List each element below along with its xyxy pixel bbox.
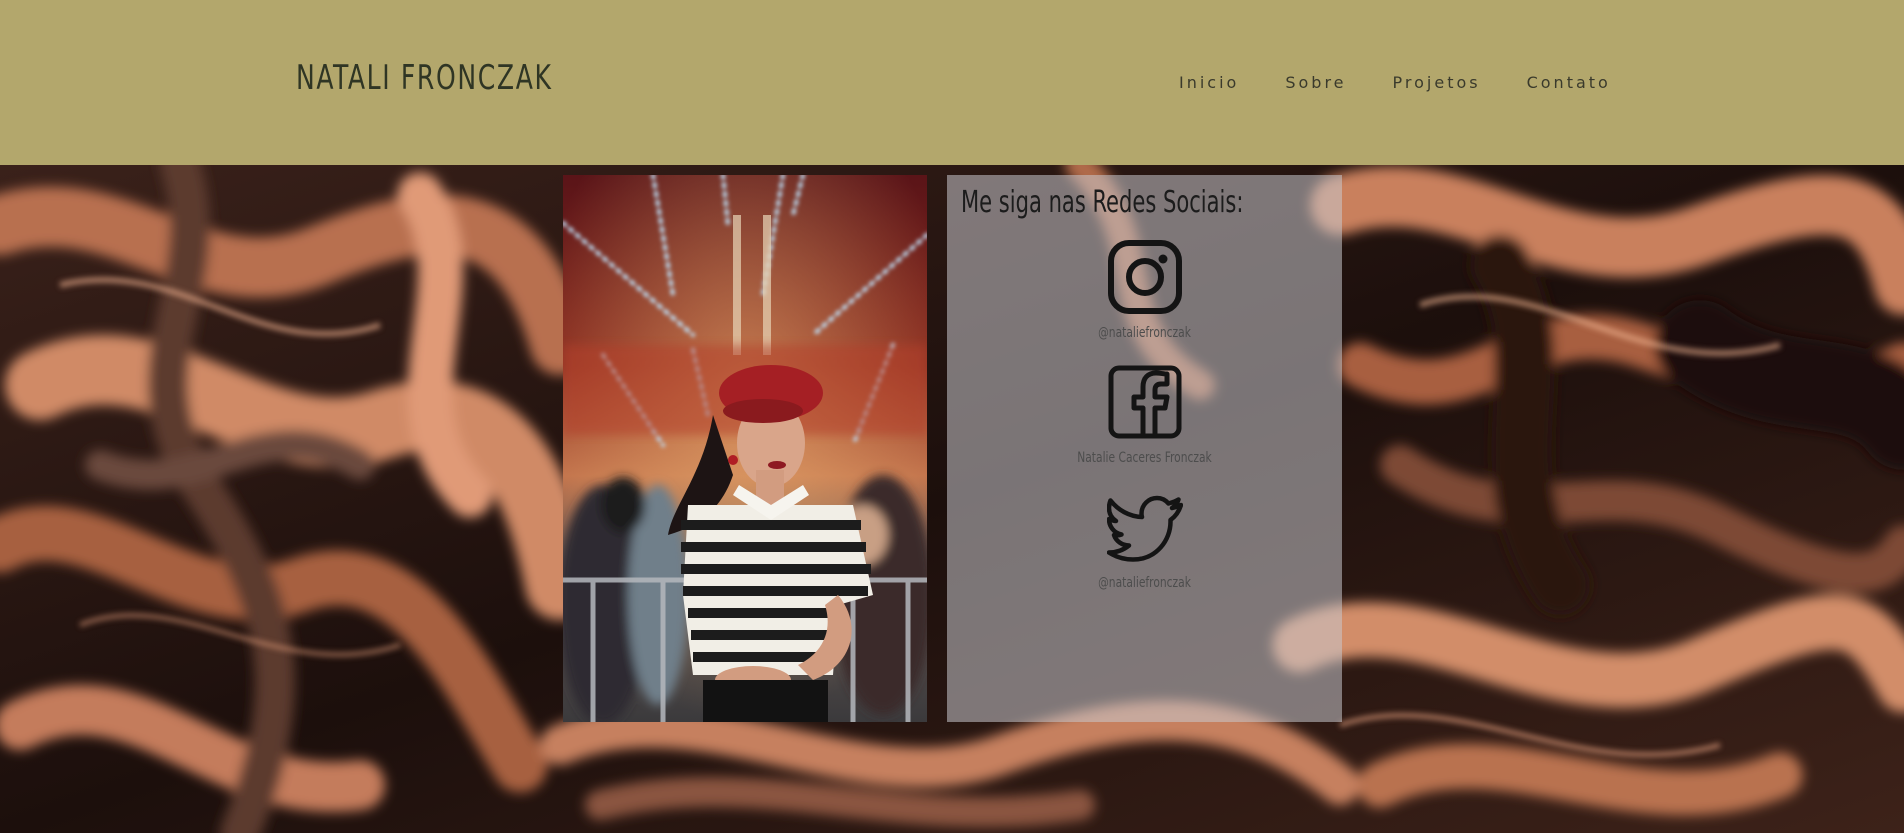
facebook-name[interactable]: Natalie Caceres Fronczak	[977, 450, 1313, 466]
facebook-icon[interactable]	[1107, 364, 1183, 440]
nav-contato-link[interactable]: Contato	[1527, 73, 1611, 92]
twitter-icon[interactable]	[1106, 489, 1183, 565]
social-panel: Me siga nas Redes Sociais: @nataliefronc…	[947, 175, 1342, 722]
instagram-handle[interactable]: @nataliefronczak	[977, 325, 1313, 341]
social-title: Me siga nas Redes Sociais:	[961, 185, 1244, 220]
nav-sobre-link[interactable]: Sobre	[1285, 73, 1346, 92]
profile-photo	[563, 175, 927, 722]
main-nav: Inicio Sobre Projetos Contato	[1179, 73, 1657, 92]
instagram-icon[interactable]	[1107, 239, 1183, 315]
social-instagram[interactable]: @nataliefronczak	[947, 239, 1342, 341]
twitter-handle[interactable]: @nataliefronczak	[977, 575, 1313, 591]
social-facebook[interactable]: Natalie Caceres Fronczak	[947, 364, 1342, 466]
site-header: NATALI FRONCZAK Inicio Sobre Projetos Co…	[0, 0, 1904, 165]
nav-inicio-link[interactable]: Inicio	[1179, 73, 1239, 92]
nav-projetos-link[interactable]: Projetos	[1393, 73, 1481, 92]
site-logo[interactable]: NATALI FRONCZAK	[296, 58, 553, 98]
page: NATALI FRONCZAK Inicio Sobre Projetos Co…	[0, 0, 1904, 833]
social-twitter[interactable]: @nataliefronczak	[947, 489, 1342, 591]
